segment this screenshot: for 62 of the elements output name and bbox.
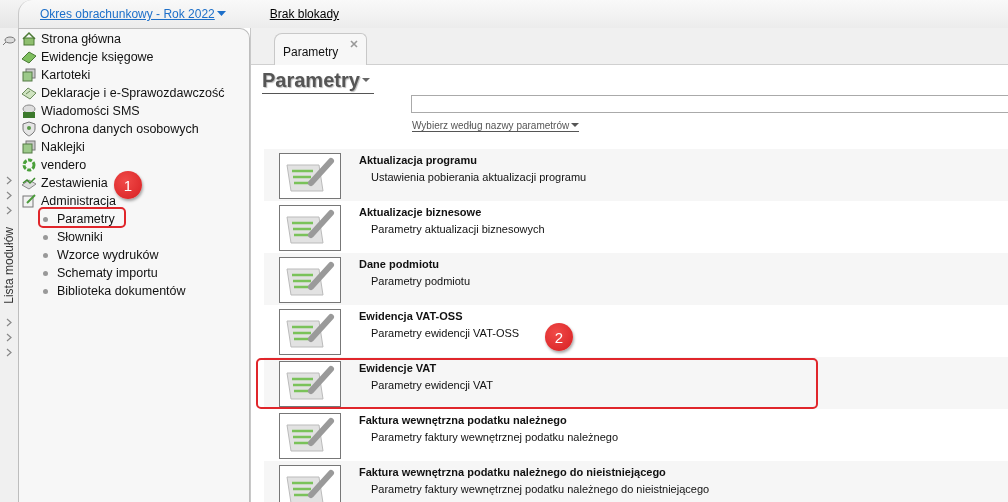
- bullet-icon: [43, 234, 48, 240]
- sidebar-subitem[interactable]: Parametry: [57, 212, 115, 226]
- sidebar-item[interactable]: Strona główna: [41, 32, 121, 46]
- sidebar-item[interactable]: Naklejki: [41, 140, 85, 154]
- sidebar-item[interactable]: Kartoteki: [41, 68, 91, 82]
- period-link[interactable]: Okres obrachunkowy - Rok 2022: [40, 7, 226, 21]
- dropdown-icon: [571, 123, 580, 128]
- parameter-title[interactable]: Aktualizacje biznesowe: [359, 206, 545, 223]
- ring-icon: [21, 157, 37, 173]
- parameter-description: Parametry ewidencji VAT-OSS: [370, 327, 520, 339]
- bullet-icon: [43, 270, 48, 276]
- sms-icon: [21, 103, 37, 119]
- book-icon: [21, 49, 37, 65]
- parameters-icon[interactable]: [279, 413, 341, 459]
- parameter-description: Parametry podmiotu: [370, 275, 471, 287]
- cards-icon: [21, 139, 37, 155]
- parameter-title[interactable]: Ewidencje VAT: [359, 362, 493, 379]
- shield-icon: [21, 121, 37, 137]
- parameters-icon[interactable]: [279, 153, 341, 199]
- page-title[interactable]: Parametry: [262, 69, 374, 94]
- parameter-title[interactable]: Dane podmiotu: [359, 258, 471, 275]
- parameter-description: Parametry aktualizacji biznesowych: [370, 223, 545, 235]
- parameter-title[interactable]: Faktura wewnętrzna podatku należnego do nieistniejącego: [359, 466, 710, 483]
- sidebar-subitem[interactable]: Wzorce wydruków: [57, 248, 159, 262]
- parameter-title[interactable]: Aktualizacja programu: [359, 154, 587, 171]
- document-icon: [21, 85, 37, 101]
- parameter-title[interactable]: Ewidencja VAT-OSS: [359, 310, 520, 327]
- sidebar-item[interactable]: Deklaracje i e-Sprawozdawczość: [41, 86, 225, 100]
- sidebar-subitem[interactable]: Słowniki: [57, 230, 103, 244]
- parameters-icon[interactable]: [279, 361, 341, 407]
- parameter-description: Ustawienia pobierania aktualizacji programu: [370, 171, 587, 183]
- tab[interactable]: Parametry: [274, 33, 368, 65]
- sidebar-item[interactable]: vendero: [41, 158, 87, 172]
- sidebar-item[interactable]: Administracja: [41, 194, 117, 208]
- cards-icon: [21, 67, 37, 83]
- parameter-description: Parametry faktury wewnętrznej podatku należnego: [370, 431, 619, 443]
- parameter-title[interactable]: Faktura wewnętrzna podatku należnego: [359, 414, 619, 431]
- parameter-description: Parametry faktury wewnętrznej podatku należnego do nieistniejącego: [370, 483, 710, 495]
- bullet-icon: [43, 252, 48, 258]
- sidebar-item[interactable]: Zestawienia: [41, 176, 108, 190]
- home-icon: [21, 31, 37, 47]
- sidebar-subitem[interactable]: Biblioteka dokumentów: [57, 284, 186, 298]
- parameter-description: Parametry ewidencji VAT: [370, 379, 493, 391]
- parameters-icon[interactable]: [279, 205, 341, 251]
- close-icon[interactable]: [350, 40, 359, 48]
- module-list-label[interactable]: Lista modułów: [2, 227, 16, 304]
- dropdown-icon: [216, 11, 226, 17]
- sidebar-subitem[interactable]: Schematy importu: [57, 266, 158, 280]
- dropdown-icon: [361, 78, 370, 83]
- parameters-icon[interactable]: [279, 257, 341, 303]
- sidebar-item[interactable]: Ochrona danych osobowych: [41, 122, 199, 136]
- parameters-icon[interactable]: [279, 309, 341, 355]
- bullet-icon: [43, 288, 48, 294]
- edit-icon: [21, 193, 37, 209]
- lock-status-link[interactable]: Brak blokady: [269, 7, 340, 21]
- filter-link[interactable]: Wybierz według nazwy parametrów: [412, 120, 580, 132]
- bullet-icon: [43, 216, 48, 222]
- sidebar-item[interactable]: Wiadomości SMS: [41, 104, 140, 118]
- sidebar-item[interactable]: Ewidencje księgowe: [41, 50, 154, 64]
- parameters-icon[interactable]: [279, 465, 341, 502]
- chart-icon: [21, 175, 37, 191]
- search-field[interactable]: [411, 95, 1008, 113]
